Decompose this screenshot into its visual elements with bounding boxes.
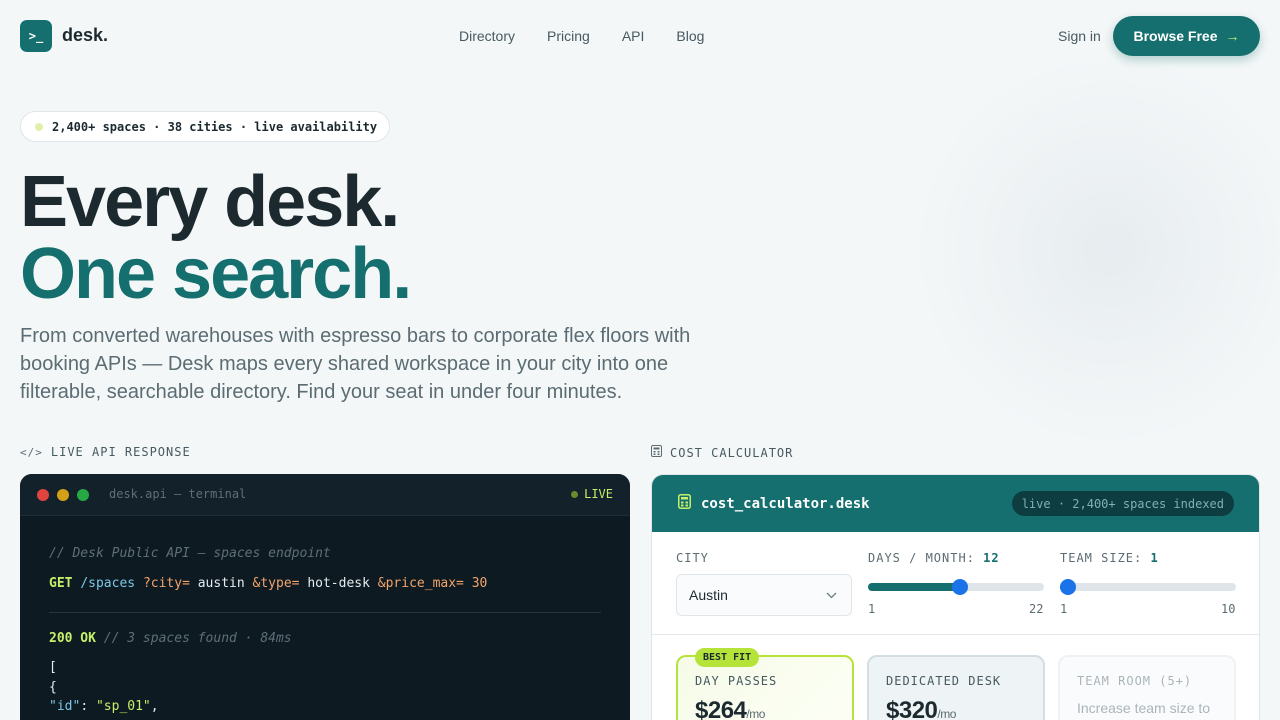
param-value: hot-desk [307,576,370,591]
plan-card-team-room: TEAM ROOM (5+) Increase team size to [1058,655,1236,720]
param-value: austin [197,576,245,591]
json-open-brace: { [49,680,57,695]
chevron-down-icon [826,588,837,602]
status-dot-icon [35,122,43,131]
response-status: 200 OK [49,631,96,646]
live-indicator: LIVE [571,487,613,501]
city-select-value: Austin [689,587,728,603]
endpoint-path: /spaces [80,576,136,591]
calc-section-label-text: COST CALCULATOR [670,445,794,460]
plan-card-dedicated-desk[interactable]: DEDICATED DESK $320/mo [867,655,1045,720]
close-dot-icon[interactable] [37,489,49,501]
param-key: ?city= [142,576,190,591]
terminal-title: desk.api — terminal [109,487,247,501]
calculator-title-text: cost_calculator.desk [701,495,870,512]
json-key: "id" [49,699,81,714]
plan-name: TEAM ROOM (5+) [1077,674,1193,688]
days-slider-handle[interactable] [952,579,969,595]
calculator-icon [651,445,662,460]
param-key: &type= [252,576,300,591]
browse-free-button[interactable]: Browse Free → [1113,16,1260,56]
api-terminal: desk.api — terminal LIVE // Desk Public … [20,474,630,720]
team-min: 1 [1060,602,1068,616]
plan-price-unit: /mo [746,707,765,720]
json-value: "sp_01" [95,699,151,714]
param-key: &price_max= [377,576,464,591]
nav-link-blog[interactable]: Blog [676,28,704,44]
days-value: 12 [983,551,1000,565]
nav-link-pricing[interactable]: Pricing [547,28,590,44]
http-method: GET [49,576,73,591]
plan-name: DEDICATED DESK [886,674,1002,688]
plan-note: Increase team size to [1077,700,1211,716]
param-value: 30 [471,576,488,591]
stats-badge: 2,400+ spaces · 38 cities · live availab… [20,111,390,142]
api-section-label: </> LIVE API RESPONSE [20,445,191,459]
days-max: 22 [1029,602,1044,616]
plan-card-day-passes[interactable]: BEST FIT DAY PASSES $264/mo [676,648,854,720]
background-glow [900,60,1280,440]
team-max: 10 [1221,602,1236,616]
json-id-line: "id": "sp_01", [49,699,159,714]
team-slider-handle[interactable] [1060,579,1076,595]
days-label: DAYS / MONTH: 12 [868,551,1000,565]
city-select[interactable]: Austin [676,574,852,616]
stats-badge-text: 2,400+ spaces · 38 cities · live availab… [52,119,378,134]
terminal-titlebar: desk.api — terminal LIVE [20,474,630,516]
cost-calculator: cost_calculator.desk live · 2,400+ space… [651,474,1260,720]
index-status-pill: live · 2,400+ spaces indexed [1011,491,1234,516]
live-dot-icon [571,490,579,498]
code-request: GET /spaces ?city= austin &type= hot-des… [49,576,487,591]
plan-price-value: $320 [886,697,938,720]
days-label-text: DAYS / MONTH: [868,551,975,565]
plan-name: DAY PASSES [695,674,778,688]
logo-icon[interactable]: >_ [20,20,52,52]
code-comment: // Desk Public API — spaces endpoint [49,546,331,561]
days-slider[interactable] [868,579,1044,595]
nav-link-api[interactable]: API [622,28,645,44]
plan-price-unit: /mo [937,707,956,720]
nav-links: Directory Pricing API Blog [459,28,704,44]
minimize-dot-icon[interactable] [57,489,69,501]
brand-name[interactable]: desk. [62,25,108,46]
browse-free-label: Browse Free [1133,28,1218,44]
team-label: TEAM SIZE: 1 [1060,551,1159,565]
api-section-label-text: LIVE API RESPONSE [50,445,191,459]
calculator-title: cost_calculator.desk [678,494,870,513]
days-slider-fill [868,583,961,591]
best-fit-badge: BEST FIT [695,648,760,667]
hero-headline-line1: Every desk. [20,162,400,242]
plan-price-value: $264 [695,697,747,720]
calc-section-label: COST CALCULATOR [651,445,793,460]
live-label: LIVE [584,487,613,501]
team-slider[interactable] [1060,579,1236,595]
team-value: 1 [1150,551,1159,565]
hero-lead: From converted warehouses with espresso … [20,325,691,403]
signin-link[interactable]: Sign in [1058,28,1101,44]
city-label: CITY [676,551,709,565]
calculator-divider [652,634,1259,635]
arrow-right-icon: → [1225,28,1240,44]
json-open-bracket: [ [49,660,57,675]
team-label-text: TEAM SIZE: [1060,551,1143,565]
calculator-icon [678,494,691,513]
calculator-header: cost_calculator.desk live · 2,400+ space… [652,475,1259,532]
days-min: 1 [868,602,876,616]
maximize-dot-icon[interactable] [77,489,89,501]
top-nav: >_ desk. Directory Pricing API Blog Sign… [0,0,1280,72]
json-comma: , [150,699,159,714]
code-icon: </> [20,445,43,459]
terminal-divider [49,612,601,613]
json-colon: : [80,699,96,714]
plan-price: $320/mo [886,697,956,720]
nav-link-directory[interactable]: Directory [459,28,515,44]
hero-headline-line2: One search. [20,234,412,314]
response-comment: // 3 spaces found · 84ms [103,631,292,646]
response-status-line: 200 OK // 3 spaces found · 84ms [49,631,292,646]
plan-price: $264/mo [695,697,765,720]
